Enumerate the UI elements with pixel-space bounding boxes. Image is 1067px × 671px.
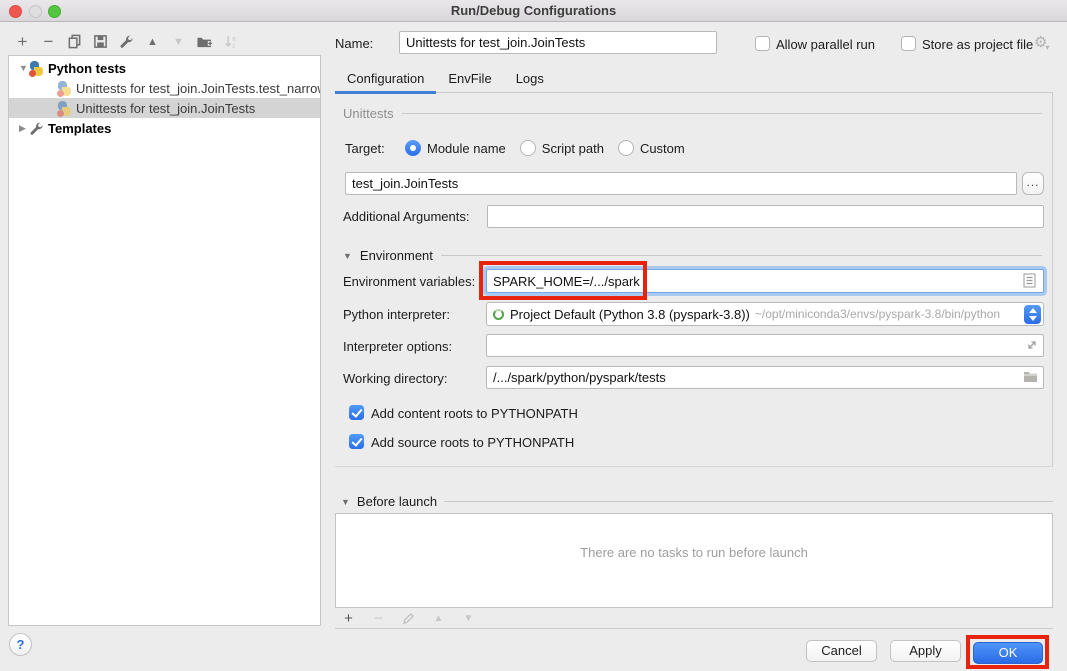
- conda-environment-icon: [493, 309, 504, 320]
- radio-module-name-label: Module name: [427, 141, 506, 156]
- browse-target-button[interactable]: ...: [1022, 172, 1044, 195]
- move-down-icon: ▼: [170, 33, 187, 50]
- before-launch-empty-message: There are no tasks to run before launch: [336, 545, 1052, 560]
- svg-text:z: z: [231, 43, 234, 49]
- cancel-button[interactable]: Cancel: [806, 640, 877, 662]
- chevron-right-icon[interactable]: ▶: [19, 123, 29, 134]
- store-as-project-file-label: Store as project file: [922, 37, 1033, 52]
- environment-variables-input[interactable]: [486, 269, 1044, 293]
- working-directory-input[interactable]: [486, 366, 1044, 389]
- python-interpreter-select[interactable]: Project Default (Python 3.8 (pyspark-3.8…: [486, 302, 1044, 326]
- add-content-roots-label: Add content roots to PYTHONPATH: [371, 406, 578, 421]
- window-title: Run/Debug Configurations: [0, 3, 1067, 18]
- store-as-project-file-checkbox[interactable]: [901, 36, 916, 51]
- add-content-roots-checkbox[interactable]: [349, 405, 364, 420]
- apply-button[interactable]: Apply: [890, 640, 961, 662]
- edit-templates-wrench-icon[interactable]: [118, 33, 135, 50]
- radio-script-path[interactable]: [520, 140, 536, 156]
- python-test-icon: [57, 101, 72, 116]
- tree-item-unittests-test-narrow[interactable]: Unittests for test_join.JoinTests.test_n…: [9, 78, 320, 98]
- sort-alphabetically-icon: az: [222, 33, 239, 50]
- radio-module-name[interactable]: [405, 140, 421, 156]
- move-task-up-icon: ▲: [430, 610, 447, 627]
- tree-item-templates[interactable]: ▶ Templates: [9, 118, 320, 138]
- interpreter-options-label: Interpreter options:: [343, 339, 452, 354]
- interpreter-path: ~/opt/miniconda3/envs/pyspark-3.8/bin/py…: [755, 307, 1000, 321]
- add-configuration-icon[interactable]: +: [14, 33, 31, 50]
- content-bottom-divider: [335, 628, 1053, 629]
- templates-wrench-icon: [29, 121, 44, 136]
- chevron-down-icon[interactable]: ▼: [19, 63, 29, 73]
- configuration-panel: Unittests Target: Module name Script pat…: [335, 93, 1053, 467]
- copy-configuration-icon[interactable]: [66, 33, 83, 50]
- add-source-roots-checkbox[interactable]: [349, 434, 364, 449]
- tab-configuration[interactable]: Configuration: [335, 66, 436, 93]
- radio-script-path-label: Script path: [542, 141, 604, 156]
- before-launch-task-list[interactable]: There are no tasks to run before launch: [335, 513, 1053, 608]
- allow-parallel-run-label: Allow parallel run: [776, 37, 875, 52]
- edit-task-pencil-icon: [400, 610, 417, 627]
- radio-custom[interactable]: [618, 140, 634, 156]
- before-launch-header[interactable]: ▼ Before launch: [341, 494, 1053, 509]
- tab-bar: Configuration EnvFile Logs: [335, 66, 556, 93]
- svg-text:a: a: [231, 36, 235, 43]
- add-source-roots-label: Add source roots to PYTHONPATH: [371, 435, 574, 450]
- interpreter-name: Project Default (Python 3.8 (pyspark-3.8…: [510, 307, 750, 322]
- additional-arguments-input[interactable]: [487, 205, 1044, 228]
- tab-logs[interactable]: Logs: [504, 66, 556, 93]
- save-configuration-icon[interactable]: [92, 33, 109, 50]
- name-label: Name:: [335, 36, 373, 51]
- tree-item-python-tests[interactable]: ▼ Python tests: [9, 58, 320, 78]
- additional-arguments-label: Additional Arguments:: [343, 209, 469, 224]
- new-folder-icon[interactable]: [196, 33, 213, 50]
- move-up-icon[interactable]: ▲: [144, 33, 161, 50]
- target-input[interactable]: [345, 172, 1017, 195]
- python-test-icon: [57, 81, 72, 96]
- name-input[interactable]: [399, 31, 717, 54]
- help-button[interactable]: ?: [9, 633, 32, 656]
- remove-configuration-icon[interactable]: −: [40, 33, 57, 50]
- target-label: Target:: [345, 141, 405, 156]
- run-debug-configurations-dialog: Run/Debug Configurations + − ▲ ▼ az ▼ Py…: [0, 0, 1067, 671]
- collapse-triangle-icon[interactable]: ▼: [343, 251, 352, 261]
- unittests-group-header: Unittests: [343, 106, 1042, 121]
- interpreter-options-input[interactable]: [486, 334, 1044, 357]
- environment-variables-label: Environment variables:: [343, 274, 475, 289]
- python-interpreter-label: Python interpreter:: [343, 307, 450, 322]
- project-file-settings-gear-icon: ⚙: [1034, 33, 1051, 51]
- collapse-triangle-icon[interactable]: ▼: [341, 497, 350, 507]
- python-tests-icon: [29, 61, 44, 76]
- target-row: Target: Module name Script path Custom: [345, 140, 699, 156]
- configurations-tree: ▼ Python tests Unittests for test_join.J…: [8, 55, 321, 626]
- radio-custom-label: Custom: [640, 141, 685, 156]
- title-bar: Run/Debug Configurations: [0, 0, 1067, 22]
- allow-parallel-run-checkbox[interactable]: [755, 36, 770, 51]
- add-task-icon[interactable]: +: [340, 610, 357, 627]
- move-task-down-icon: ▼: [460, 610, 477, 627]
- combo-stepper-icon[interactable]: [1024, 305, 1041, 324]
- environment-group-header[interactable]: ▼ Environment: [343, 248, 1042, 263]
- before-launch-toolbar: + − ▲ ▼: [340, 610, 477, 627]
- working-directory-label: Working directory:: [343, 371, 448, 386]
- tree-item-unittests-jointests-selected[interactable]: Unittests for test_join.JoinTests: [9, 98, 320, 118]
- remove-task-icon: −: [370, 610, 387, 627]
- tab-envfile[interactable]: EnvFile: [436, 66, 503, 93]
- configurations-toolbar: + − ▲ ▼ az: [14, 33, 239, 50]
- ok-button[interactable]: OK: [973, 642, 1043, 664]
